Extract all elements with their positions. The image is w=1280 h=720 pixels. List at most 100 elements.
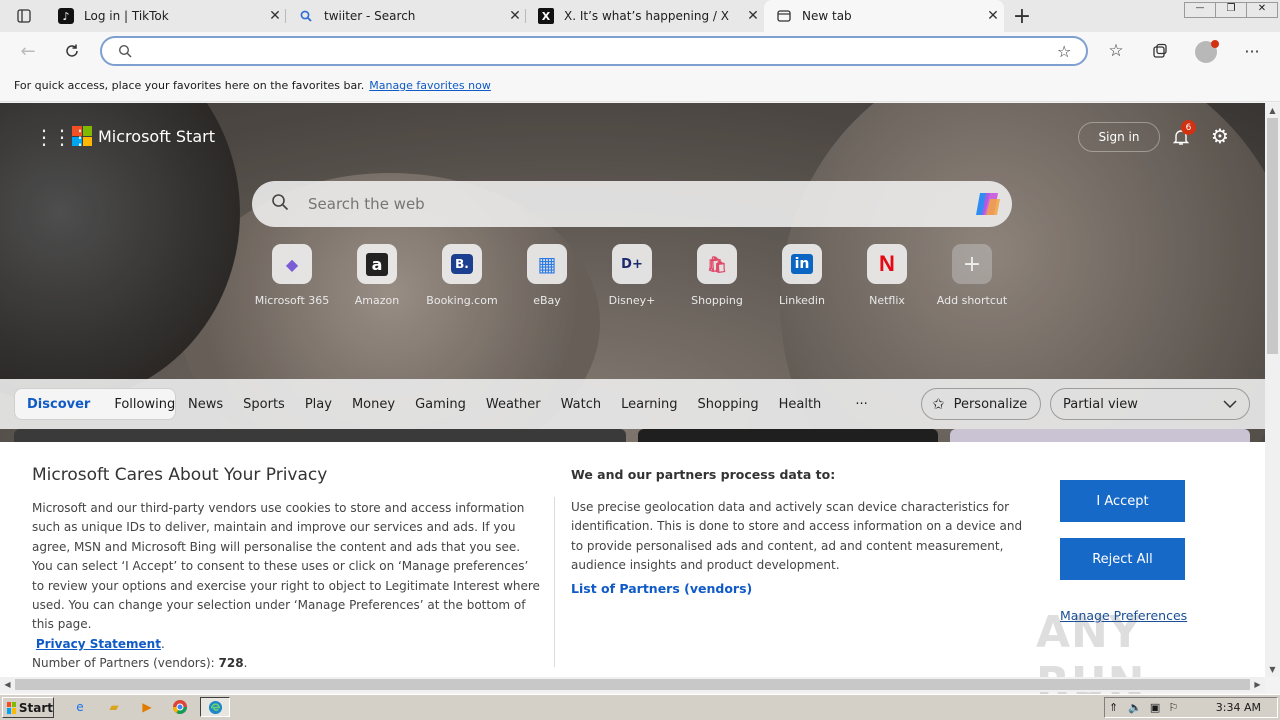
web-search-input[interactable] <box>308 195 972 213</box>
sign-in-button[interactable]: Sign in <box>1078 122 1160 152</box>
internet-explorer-icon[interactable]: e <box>70 698 90 716</box>
more-categories-icon[interactable]: ··· <box>855 397 867 412</box>
system-tray: ⇑ 🔈 ▣ ⚐ 3:34 AM <box>1104 697 1278 718</box>
view-select[interactable]: Partial view <box>1050 388 1250 420</box>
privacy-title: Microsoft Cares About Your Privacy <box>32 465 328 485</box>
nav-link[interactable]: Sports <box>243 397 285 412</box>
more-options-icon[interactable]: ··· <box>1238 37 1266 65</box>
minimize-icon[interactable]: — <box>1185 3 1216 17</box>
close-icon[interactable]: ✕ <box>982 8 1004 24</box>
shortcut-disney-plus[interactable]: D+ Disney+ <box>592 244 672 307</box>
privacy-statement-link[interactable]: Privacy Statement <box>36 637 161 651</box>
tab-new-tab[interactable]: New tab ✕ <box>764 0 1004 32</box>
shortcut-ebay[interactable]: ▦ eBay <box>507 244 587 307</box>
add-favorite-icon[interactable]: ☆ <box>1057 42 1071 61</box>
windows-taskbar <box>0 694 1280 720</box>
tab-actions-icon[interactable] <box>10 2 38 30</box>
close-icon[interactable]: ✕ <box>504 8 526 24</box>
app-launcher-icon[interactable]: ⋮⋮⋮ <box>34 125 90 149</box>
netflix-icon: N <box>867 244 907 284</box>
shortcut-netflix[interactable]: N Netflix <box>847 244 927 307</box>
amazon-icon: a <box>357 244 397 284</box>
accept-button[interactable]: I Accept <box>1060 480 1185 522</box>
refresh-icon[interactable] <box>58 37 86 65</box>
close-icon[interactable]: ✕ <box>742 8 764 24</box>
web-search-box[interactable] <box>252 181 1012 227</box>
scroll-left-arrow-icon[interactable]: ◀ <box>0 677 15 692</box>
close-icon[interactable]: ✕ <box>264 8 286 24</box>
scroll-up-arrow-icon[interactable]: ▲ <box>1265 103 1280 118</box>
partners-list-link[interactable]: List of Partners (vendors) <box>571 581 752 596</box>
nav-link[interactable]: Health <box>779 397 822 412</box>
privacy-consent-dialog: Microsoft Cares About Your Privacy Micro… <box>0 442 1265 709</box>
nav-link[interactable]: News <box>188 397 223 412</box>
tab-twitter-search[interactable]: twiiter - Search ✕ <box>286 0 526 32</box>
shortcut-microsoft-365[interactable]: ◆ Microsoft 365 <box>252 244 332 307</box>
nav-link[interactable]: Gaming <box>415 397 466 412</box>
feed-card[interactable] <box>14 429 626 443</box>
search-icon <box>118 43 132 62</box>
disney-plus-icon: D+ <box>612 244 652 284</box>
shortcut-booking[interactable]: B. Booking.com <box>422 244 502 307</box>
nav-link[interactable]: Shopping <box>698 397 759 412</box>
processing-body: Use precise geolocation data and activel… <box>571 500 1023 573</box>
manage-favorites-link[interactable]: Manage favorites now <box>369 79 491 92</box>
reject-all-button[interactable]: Reject All <box>1060 538 1185 580</box>
microsoft-365-icon: ◆ <box>272 244 312 284</box>
flag-icon[interactable]: ⚐ <box>1168 701 1178 714</box>
nav-link[interactable]: Watch <box>561 397 601 412</box>
feed-card[interactable] <box>950 429 1250 443</box>
chrome-icon[interactable] <box>170 698 190 716</box>
volume-icon[interactable]: 🔈 <box>1128 701 1142 714</box>
back-arrow-icon[interactable]: ← <box>14 37 42 65</box>
network-icon[interactable]: ▣ <box>1150 701 1160 714</box>
tab-following[interactable]: Following <box>102 397 187 412</box>
edge-taskbar-button[interactable] <box>200 697 230 717</box>
scroll-right-arrow-icon[interactable]: ▶ <box>1250 677 1265 692</box>
nav-link[interactable]: Weather <box>486 397 541 412</box>
window-controls: — ❐ ✕ <box>1184 2 1278 18</box>
scroll-down-arrow-icon[interactable]: ▼ <box>1265 662 1280 677</box>
shortcut-shopping[interactable]: 🛍 Shopping <box>677 244 757 307</box>
add-shortcut-button[interactable]: + Add shortcut <box>932 244 1012 307</box>
horizontal-scroll-thumb[interactable] <box>15 679 1250 690</box>
favorites-bar: For quick access, place your favorites h… <box>0 70 1280 102</box>
start-button[interactable]: Start <box>2 697 54 718</box>
profile-avatar[interactable] <box>1195 40 1219 63</box>
shopping-bag-icon: 🛍 <box>697 244 737 284</box>
new-tab-icon <box>776 8 792 24</box>
restore-icon[interactable]: ❐ <box>1216 3 1247 17</box>
tab-x[interactable]: X X. It’s what’s happening / X ✕ <box>526 0 764 32</box>
media-player-icon[interactable]: ▶ <box>137 698 157 716</box>
shortcut-amazon[interactable]: a Amazon <box>337 244 417 307</box>
collections-icon[interactable] <box>1146 37 1174 65</box>
new-tab-plus-icon[interactable]: + <box>1008 2 1036 30</box>
linkedin-icon: in <box>782 244 822 284</box>
ms-start-brand[interactable]: Microsoft Start <box>98 127 215 146</box>
booking-icon: B. <box>442 244 482 284</box>
tab-title: Log in | TikTok <box>84 9 169 23</box>
tray-expand-icon[interactable]: ⇑ <box>1109 701 1118 714</box>
copilot-icon[interactable] <box>972 189 1004 219</box>
vertical-scroll-thumb[interactable] <box>1267 118 1278 354</box>
window-close-icon[interactable]: ✕ <box>1247 3 1277 17</box>
nav-link[interactable]: Learning <box>621 397 677 412</box>
address-bar[interactable]: ☆ <box>100 36 1088 66</box>
privacy-body: Microsoft and our third-party vendors us… <box>32 501 540 671</box>
favorites-icon[interactable]: ☆ <box>1102 37 1130 65</box>
favorites-bar-hint: For quick access, place your favorites h… <box>14 79 365 92</box>
tab-discover[interactable]: Discover <box>15 397 102 412</box>
tab-title: New tab <box>802 9 852 23</box>
nav-link[interactable]: Money <box>352 397 395 412</box>
edge-icon <box>208 700 222 714</box>
shortcut-linkedin[interactable]: in Linkedin <box>762 244 842 307</box>
gear-icon[interactable]: ⚙ <box>1206 122 1234 150</box>
file-explorer-icon[interactable]: ▰ <box>104 698 124 716</box>
manage-preferences-link[interactable]: Manage Preferences <box>1060 608 1187 623</box>
ms-start-header: ⋮⋮⋮ Microsoft Start <box>30 123 215 149</box>
address-input[interactable] <box>142 42 1042 60</box>
personalize-button[interactable]: ✩ Personalize <box>921 388 1041 420</box>
tab-tiktok[interactable]: ♪ Log in | TikTok ✕ <box>46 0 286 32</box>
nav-link[interactable]: Play <box>305 397 332 412</box>
feed-card[interactable] <box>638 429 938 443</box>
